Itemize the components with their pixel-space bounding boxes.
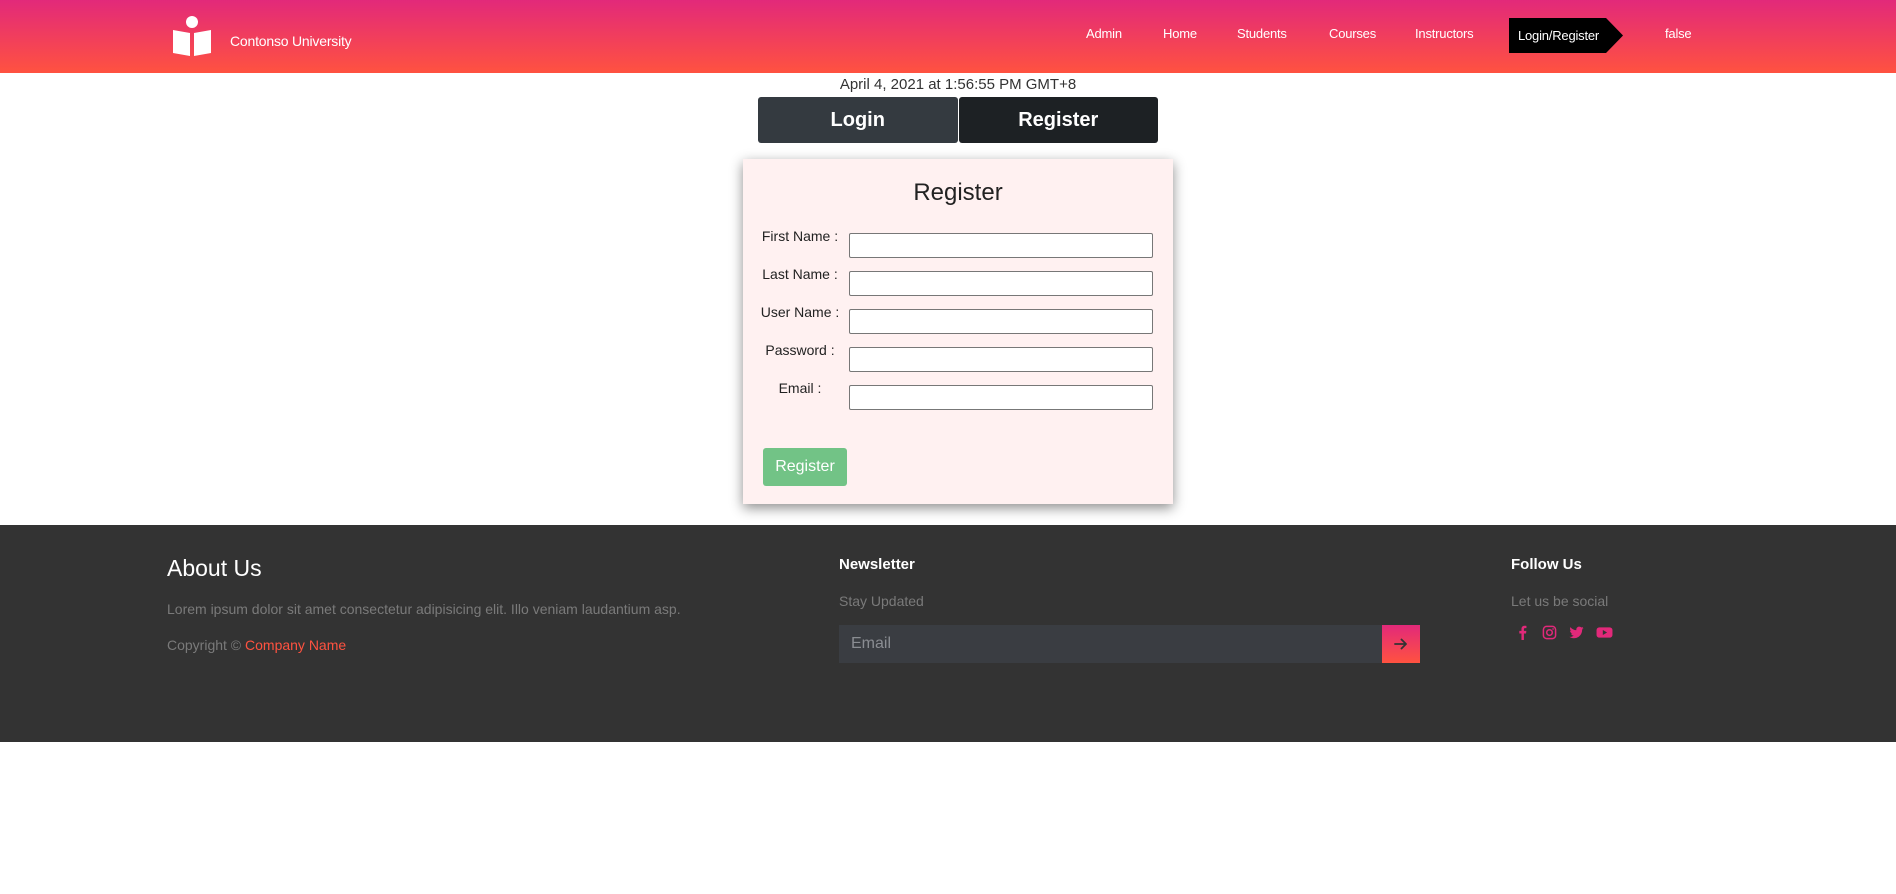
current-datetime: April 4, 2021 at 1:56:55 PM GMT+8	[839, 76, 1077, 93]
user-name-label: User Name :	[760, 304, 840, 320]
newsletter-heading: Newsletter	[839, 556, 915, 573]
login-toggle-button[interactable]: Login	[758, 97, 958, 143]
user-name-input[interactable]	[849, 309, 1153, 334]
twitter-icon[interactable]	[1569, 625, 1584, 640]
newsletter-submit-button[interactable]	[1382, 625, 1420, 663]
first-name-row: First Name :	[743, 226, 1173, 258]
copyright: Copyright © Company Name	[167, 637, 346, 653]
first-name-input[interactable]	[849, 233, 1153, 258]
arrow-right-icon	[1394, 638, 1407, 650]
email-row: Email :	[743, 378, 1173, 410]
user-name-row: User Name :	[743, 302, 1173, 334]
company-name-link[interactable]: Company Name	[245, 637, 346, 653]
password-row: Password :	[743, 340, 1173, 372]
top-navbar: Contonso University Admin Home Students …	[0, 0, 1896, 73]
password-label: Password :	[765, 342, 835, 358]
about-us-text: Lorem ipsum dolor sit amet consectetur a…	[167, 601, 681, 617]
nav-item-courses[interactable]: Courses	[1329, 26, 1376, 41]
newsletter-email-input[interactable]	[839, 625, 1382, 663]
email-input[interactable]	[849, 385, 1153, 410]
nav-item-instructors[interactable]: Instructors	[1415, 26, 1474, 41]
nav-menu: Admin Home Students Courses Instructors …	[0, 0, 1896, 73]
social-links	[1515, 625, 1613, 640]
about-us-heading: About Us	[167, 555, 262, 581]
follow-us-heading: Follow Us	[1511, 556, 1582, 573]
last-name-label: Last Name :	[762, 266, 838, 282]
follow-us-subtitle: Let us be social	[1511, 593, 1609, 609]
last-name-input[interactable]	[849, 271, 1153, 296]
first-name-label: First Name :	[761, 228, 839, 244]
nav-item-admin[interactable]: Admin	[1086, 26, 1122, 41]
last-name-row: Last Name :	[743, 264, 1173, 296]
form-title: Register	[913, 179, 1003, 206]
nav-item-login-register[interactable]: Login/Register	[1509, 18, 1623, 53]
instagram-icon[interactable]	[1542, 625, 1557, 640]
youtube-icon[interactable]	[1596, 625, 1613, 640]
newsletter-subtitle: Stay Updated	[839, 593, 924, 609]
facebook-icon[interactable]	[1515, 625, 1530, 640]
register-toggle-button[interactable]: Register	[958, 97, 1158, 143]
password-input[interactable]	[849, 347, 1153, 372]
register-submit-button[interactable]: Register	[763, 448, 847, 486]
copyright-prefix: Copyright ©	[167, 637, 246, 653]
email-label: Email :	[778, 380, 822, 396]
nav-item-status[interactable]: false	[1665, 26, 1692, 41]
login-register-toggle: Login Register	[758, 97, 1158, 143]
footer: About Us Lorem ipsum dolor sit amet cons…	[0, 525, 1896, 742]
register-form-card: Register First Name : Last Name : User N…	[743, 159, 1173, 504]
nav-item-home[interactable]: Home	[1163, 26, 1197, 41]
nav-item-students[interactable]: Students	[1237, 26, 1287, 41]
